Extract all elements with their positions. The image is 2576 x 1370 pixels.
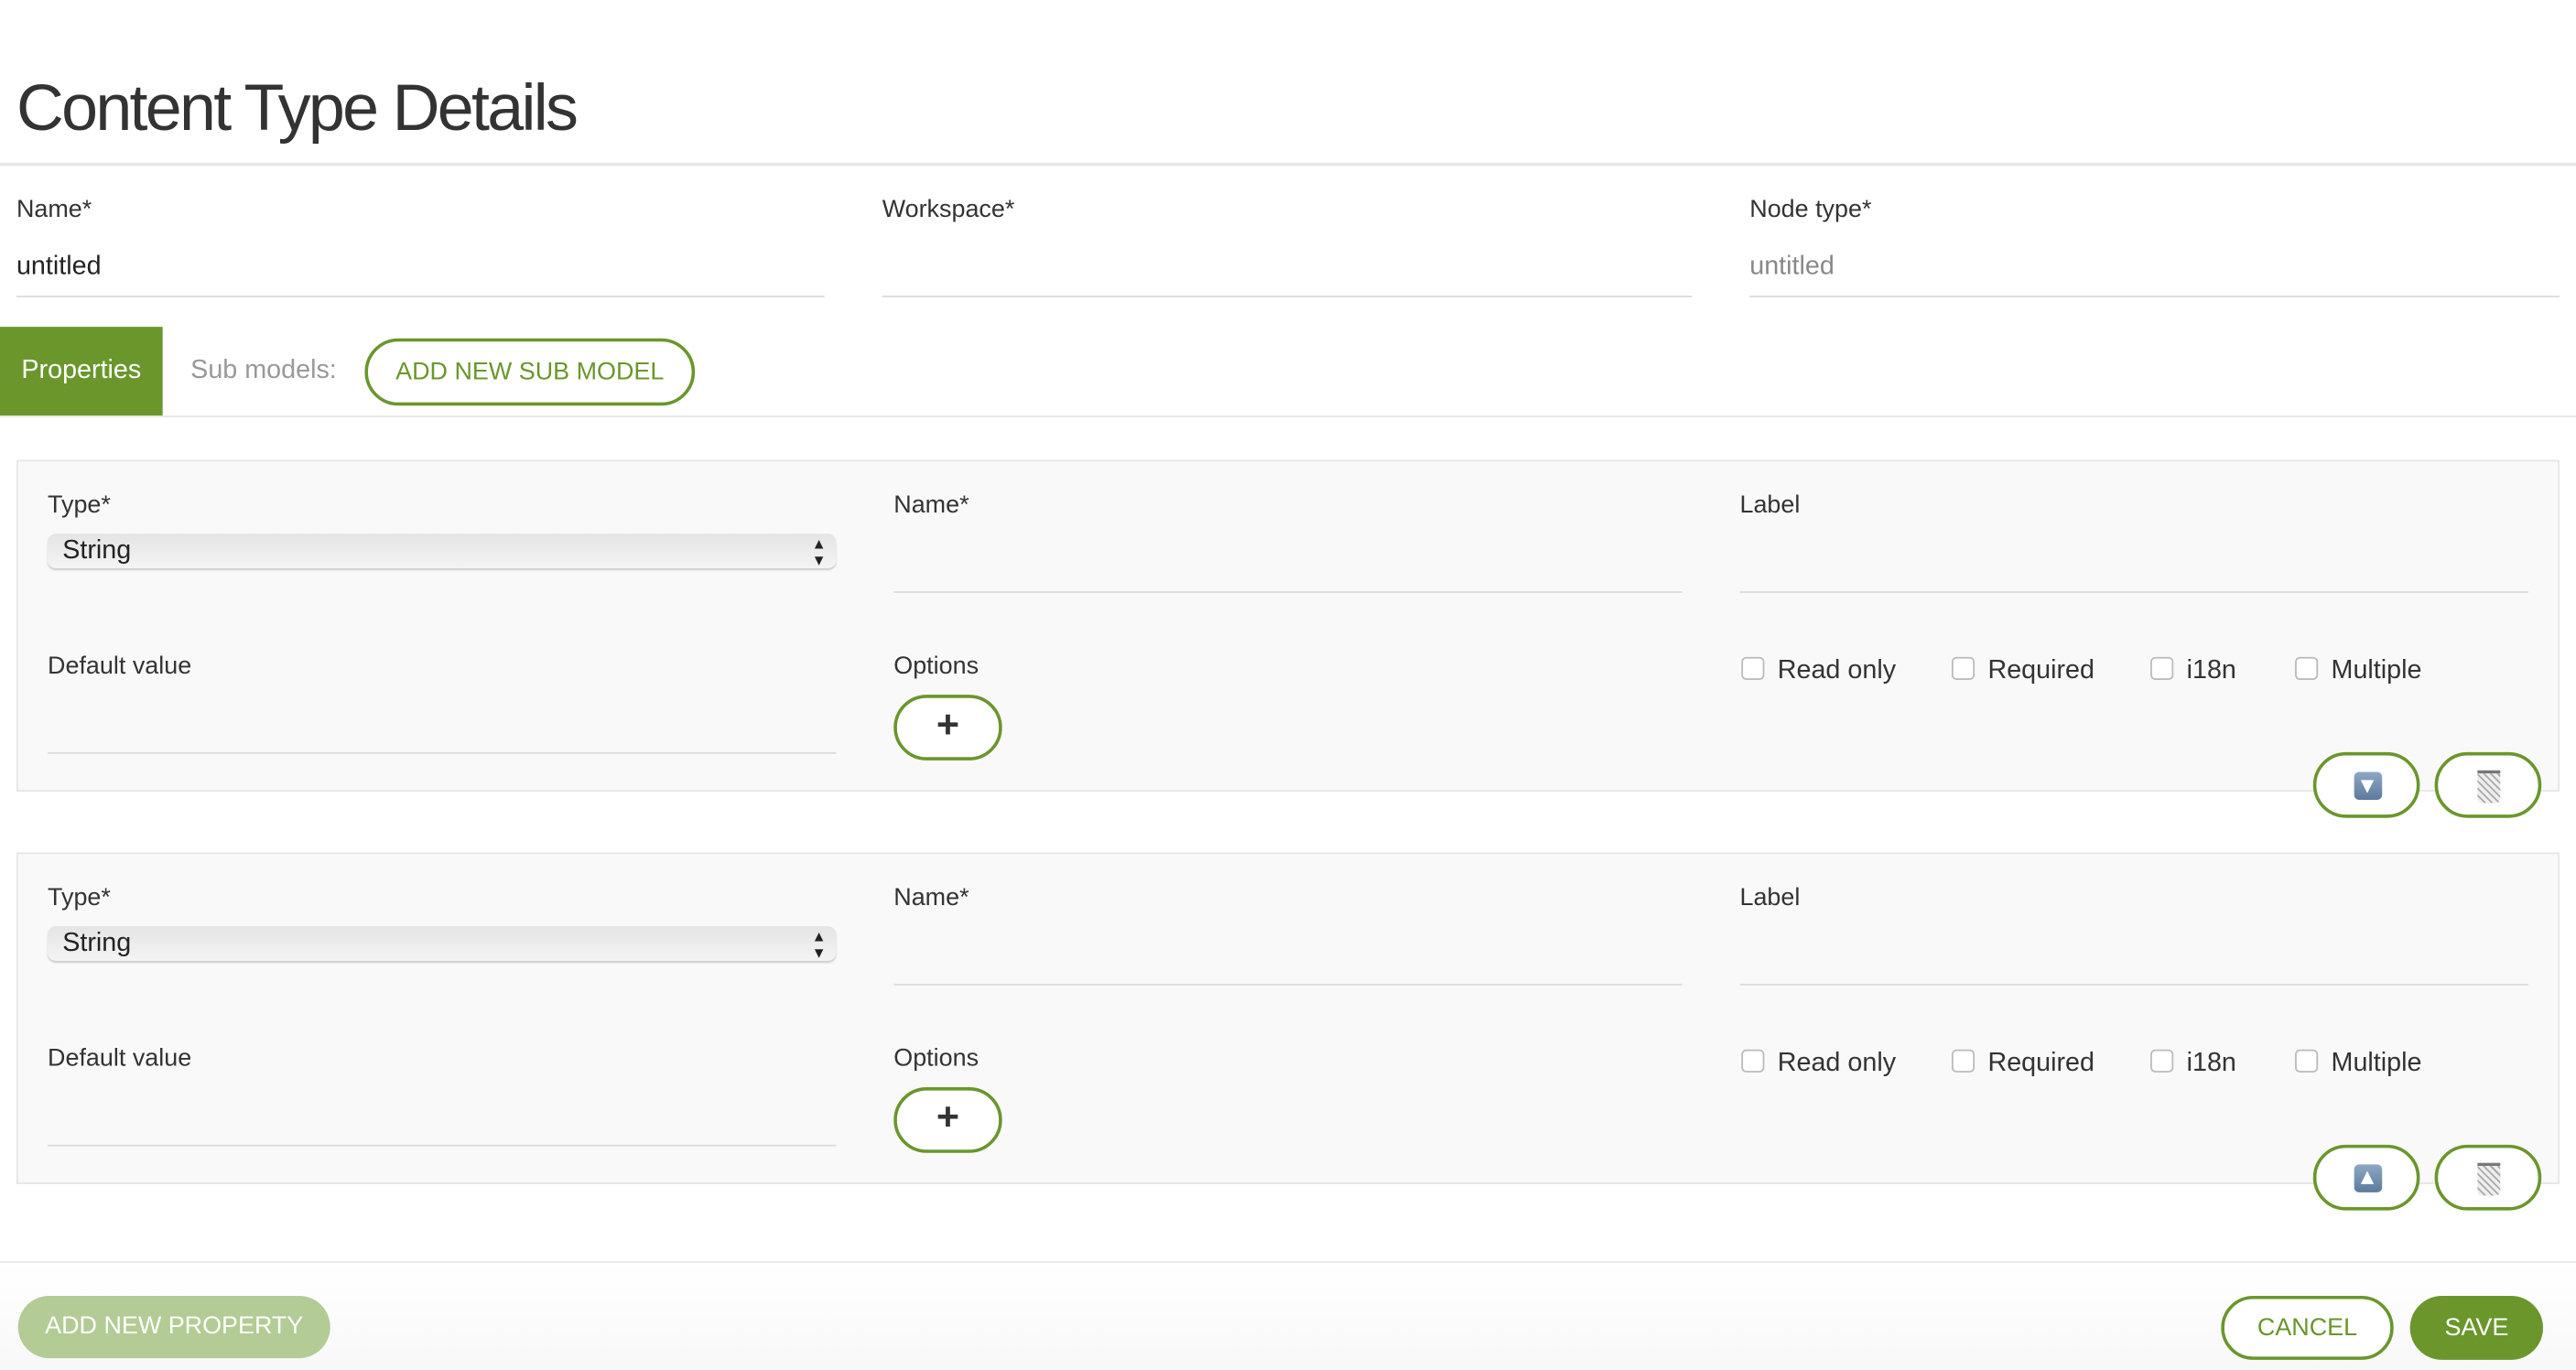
type-select[interactable]: String ▲ ▼ [48,534,837,568]
type-label: Type* [48,491,111,520]
delete-property-button[interactable] [2434,1144,2542,1211]
default-value-input[interactable] [48,699,836,749]
move-down-icon [2354,771,2383,800]
delete-property-button[interactable] [2434,751,2542,818]
workspace-label: Workspace* [882,195,1015,224]
checkbox-label: Multiple [2331,656,2422,685]
i18n-checkbox[interactable]: i18n [2150,656,2236,686]
name-label: Name* [16,195,92,224]
checkbox-box[interactable] [2295,656,2319,680]
move-down-button[interactable] [2312,751,2420,818]
content-type-details-page: Content Type Details Name* untitled Work… [0,0,2576,1370]
property-name-input[interactable] [893,936,1682,982]
checkbox-label: i18n [2186,656,2236,685]
required-checkbox[interactable]: Required [1951,656,2095,686]
node-type-underline [1749,296,2560,297]
checkbox-box[interactable] [2150,1049,2174,1073]
underline [893,591,1683,593]
underline [1739,591,2528,593]
divider [0,162,2576,167]
select-arrows-icon: ▲ ▼ [811,535,827,568]
required-checkbox[interactable]: Required [1951,1049,2095,1079]
checkbox-label: Required [1987,656,2095,685]
checkbox-box[interactable] [2295,1049,2319,1073]
tab-properties[interactable]: Properties [0,327,163,416]
default-value-input[interactable] [48,1092,836,1141]
add-option-button[interactable]: + [893,1087,1002,1153]
cancel-button[interactable]: CANCEL [2221,1295,2394,1360]
checkbox-box[interactable] [1951,1049,1975,1073]
save-button[interactable]: SAVE [2409,1295,2544,1360]
name-input[interactable]: untitled [16,253,102,282]
checkbox-label: i18n [2186,1049,2236,1078]
underline [893,983,1683,986]
checkbox-label: Multiple [2331,1049,2422,1078]
property-panel: Type* String ▲ ▼ Name* Label Default value… [16,852,2560,1211]
checkbox-label: Required [1987,1049,2095,1078]
add-sub-model-button[interactable]: ADD NEW SUB MODEL [364,338,696,406]
type-select-value: String [62,536,132,566]
property-panel: Type* String ▲ ▼ Name* Label Default value… [16,459,2560,818]
type-select-value: String [62,929,132,958]
move-up-button[interactable] [2312,1144,2420,1211]
add-new-property-button[interactable]: ADD NEW PROPERTY [17,1295,330,1359]
page-title: Content Type Details [16,71,579,145]
divider [0,415,2576,417]
workspace-underline [882,296,1693,297]
underline [1739,983,2528,986]
default-value-label: Default value [48,1044,192,1073]
property-name-input[interactable] [893,544,1682,589]
node-type-label: Node type* [1749,195,1872,224]
property-name-label: Name* [893,883,969,912]
type-select[interactable]: String ▲ ▼ [48,926,837,961]
trash-icon [2477,1162,2501,1196]
add-option-button[interactable]: + [893,695,1002,761]
underline [48,751,837,754]
read-only-checkbox[interactable]: Read only [1741,1049,1897,1079]
property-label-input[interactable] [1739,544,2527,589]
property-name-label: Name* [893,491,969,520]
checkbox-label: Read only [1777,1049,1897,1078]
checkbox-box[interactable] [1951,656,1975,680]
checkbox-box[interactable] [1741,656,1765,680]
property-label-label: Label [1739,491,1801,520]
trash-icon [2477,770,2501,804]
checkbox-box[interactable] [2150,656,2174,680]
multiple-checkbox[interactable]: Multiple [2295,656,2422,686]
name-underline [16,296,825,297]
options-label: Options [893,652,980,680]
options-label: Options [893,1044,980,1073]
underline [48,1144,837,1147]
footer-bar [0,1263,2576,1370]
move-up-icon [2354,1164,2383,1192]
checkbox-label: Read only [1777,656,1897,685]
node-type-input[interactable]: untitled [1749,253,1835,282]
select-arrows-icon: ▲ ▼ [811,927,827,961]
default-value-label: Default value [48,652,192,680]
checkbox-box[interactable] [1741,1049,1765,1073]
type-label: Type* [48,883,111,912]
multiple-checkbox[interactable]: Multiple [2295,1049,2422,1079]
read-only-checkbox[interactable]: Read only [1741,656,1897,686]
property-label-input[interactable] [1739,936,2527,982]
i18n-checkbox[interactable]: i18n [2150,1049,2236,1079]
sub-models-label: Sub models: [190,356,337,384]
property-label-label: Label [1739,883,1801,912]
workspace-input[interactable] [882,253,1693,288]
